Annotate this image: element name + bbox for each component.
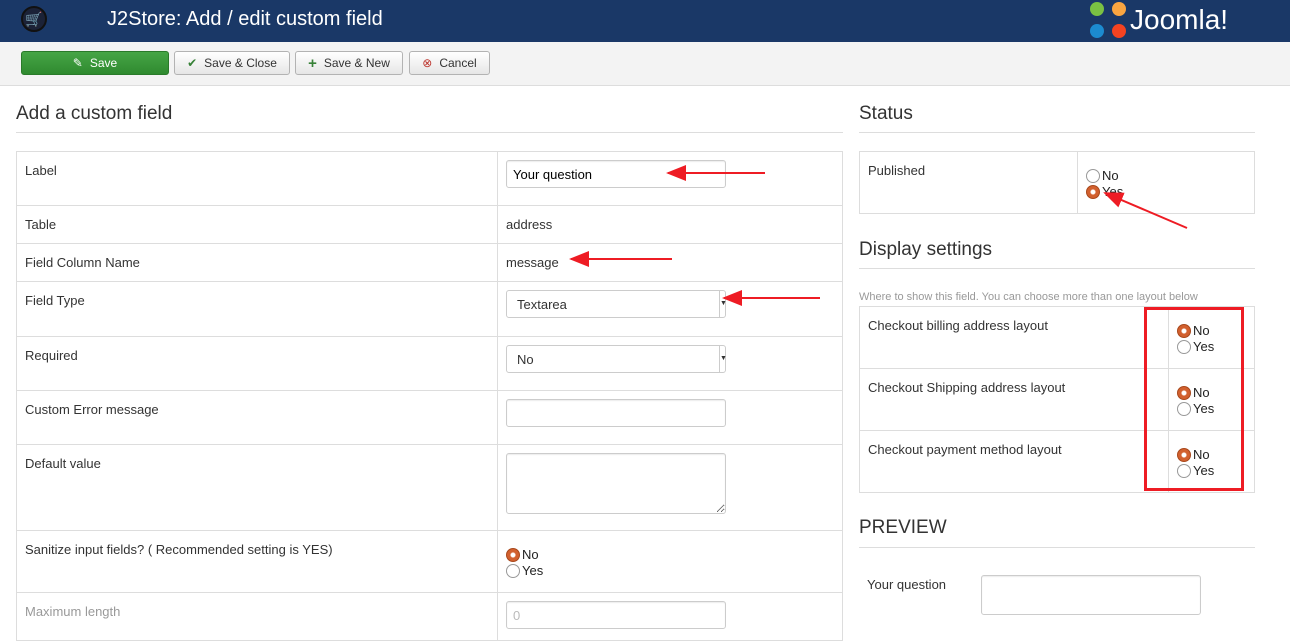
annotation-arrows <box>569 165 1188 306</box>
arrow <box>1103 192 1188 229</box>
